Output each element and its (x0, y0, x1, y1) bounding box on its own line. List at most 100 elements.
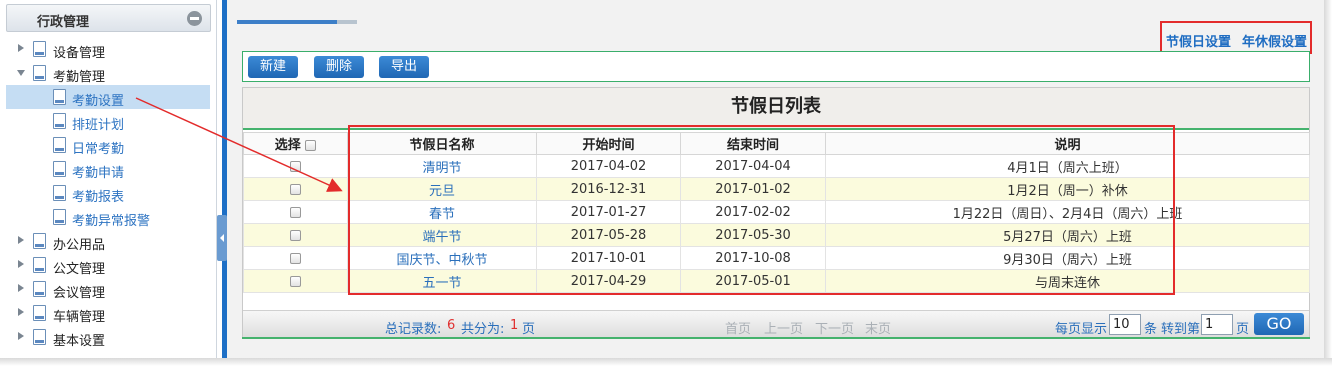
tree-item-meetings[interactable]: 会议管理 (0, 277, 210, 301)
expand-arrow-icon[interactable] (18, 260, 24, 268)
end-date-cell: 2017-01-02 (680, 177, 826, 201)
prev-page-link[interactable]: 上一页 (764, 318, 803, 337)
holiday-grid: 节假日列表 选择 节假日名称 开始时间 结束时间 说明 清明节 2017-04-… (242, 87, 1310, 337)
row-checkbox[interactable] (290, 252, 301, 264)
document-icon (33, 257, 46, 273)
go-button[interactable]: GO (1254, 313, 1304, 335)
holiday-settings-link[interactable]: 节假日设置 (1166, 31, 1231, 50)
expand-arrow-icon[interactable] (18, 308, 24, 316)
tree-item-attendance-settings[interactable]: 考勤设置 (6, 85, 210, 109)
document-icon (53, 161, 66, 177)
annual-leave-settings-link[interactable]: 年休假设置 (1242, 31, 1307, 50)
delete-button[interactable]: 删除 (314, 56, 364, 78)
row-checkbox[interactable] (290, 275, 301, 287)
sidebar: 行政管理 设备管理 考勤管理 考勤设置 排班计划 日常考勤 考勤申请 考勤报表 … (0, 0, 217, 358)
holiday-name-link[interactable]: 元旦 (347, 177, 537, 201)
row-checkbox[interactable] (290, 183, 301, 195)
holiday-name-link[interactable]: 国庆节、中秋节 (347, 246, 537, 270)
total-records-label: 总记录数: (385, 322, 442, 337)
note-cell: 1月22日（周日）、2月4日（周六）上班 (825, 200, 1310, 224)
start-date-cell: 2017-05-28 (536, 223, 681, 247)
last-page-link[interactable]: 末页 (865, 318, 891, 337)
table-row[interactable]: 元旦 2016-12-31 2017-01-02 1月2日（周一）补休 (243, 177, 1310, 201)
sidebar-title: 行政管理 (37, 15, 90, 30)
row-checkbox[interactable] (290, 206, 301, 218)
goto-page-input[interactable]: 1 (1201, 314, 1233, 335)
tree-item-shift-plan[interactable]: 排班计划 (0, 109, 210, 133)
select-all-checkbox[interactable] (305, 140, 317, 151)
note-cell: 1月2日（周一）补休 (825, 177, 1310, 201)
next-page-link[interactable]: 下一页 (815, 318, 854, 337)
expand-arrow-icon[interactable] (18, 332, 24, 340)
total-pages-value: 1 (510, 318, 519, 333)
tree-item-daily-attendance[interactable]: 日常考勤 (0, 133, 210, 157)
tree-item-label: 考勤管理 (53, 70, 106, 85)
document-icon (33, 329, 46, 345)
tree-item-label: 考勤报表 (72, 190, 125, 205)
column-header-note[interactable]: 说明 (825, 132, 1310, 155)
note-cell: 5月27日（周六）上班 (825, 223, 1310, 247)
collapse-icon[interactable] (187, 11, 202, 26)
table-row[interactable]: 国庆节、中秋节 2017-10-01 2017-10-08 9月30日（周六）上… (243, 246, 1310, 270)
table-row[interactable]: 清明节 2017-04-02 2017-04-04 4月1日（周六上班） (243, 154, 1310, 178)
document-icon (33, 281, 46, 297)
end-date-cell: 2017-05-30 (680, 223, 826, 247)
tree-item-label: 公文管理 (53, 262, 106, 277)
tree-item-label: 办公用品 (53, 238, 106, 253)
end-date-cell: 2017-10-08 (680, 246, 826, 270)
table-row[interactable]: 五一节 2017-04-29 2017-05-01 与周末连休 (243, 269, 1310, 293)
tree-item-label: 考勤异常报警 (72, 214, 151, 229)
collapse-arrow-icon[interactable] (17, 70, 25, 76)
start-date-cell: 2017-04-02 (536, 154, 681, 178)
first-page-link[interactable]: 首页 (725, 318, 751, 337)
tree-item-label: 车辆管理 (53, 310, 106, 325)
tree-item-attendance-request[interactable]: 考勤申请 (0, 157, 210, 181)
row-checkbox[interactable] (290, 229, 301, 241)
tree-item-attendance-report[interactable]: 考勤报表 (0, 181, 210, 205)
note-cell: 9月30日（周六）上班 (825, 246, 1310, 270)
tree-item-label: 会议管理 (53, 286, 106, 301)
expand-arrow-icon[interactable] (18, 284, 24, 292)
note-cell: 与周末连休 (825, 269, 1310, 293)
expand-arrow-icon[interactable] (18, 44, 24, 52)
tree-item-label: 考勤申请 (72, 166, 125, 181)
tree-item-label: 日常考勤 (72, 142, 125, 157)
window-shadow (1324, 0, 1332, 366)
grid-bottom-border (242, 337, 1310, 339)
new-button[interactable]: 新建 (248, 56, 298, 78)
tree-item-office-supplies[interactable]: 办公用品 (0, 229, 210, 253)
tree-item-label: 基本设置 (53, 334, 106, 349)
tree-item-attendance-alarm[interactable]: 考勤异常报警 (0, 205, 210, 229)
column-header-end[interactable]: 结束时间 (680, 132, 826, 155)
expand-arrow-icon[interactable] (18, 236, 24, 244)
sidebar-toggle-handle[interactable] (217, 215, 227, 261)
holiday-name-link[interactable]: 春节 (347, 200, 537, 224)
holiday-table: 选择 节假日名称 开始时间 结束时间 说明 清明节 2017-04-02 201… (243, 132, 1310, 293)
table-header-row: 选择 节假日名称 开始时间 结束时间 说明 (243, 132, 1310, 155)
per-page-label: 每页显示 (1055, 322, 1108, 337)
export-button[interactable]: 导出 (379, 56, 429, 78)
total-records-value: 6 (447, 318, 456, 333)
holiday-name-link[interactable]: 清明节 (347, 154, 537, 178)
goto-page-unit: 页 (1236, 322, 1250, 337)
grid-title: 节假日列表 (243, 88, 1309, 130)
tree-item-equipment[interactable]: 设备管理 (0, 37, 210, 61)
column-header-name[interactable]: 节假日名称 (347, 132, 537, 155)
table-row[interactable]: 端午节 2017-05-28 2017-05-30 5月27日（周六）上班 (243, 223, 1310, 247)
holiday-name-link[interactable]: 端午节 (347, 223, 537, 247)
tree-item-documents[interactable]: 公文管理 (0, 253, 210, 277)
table-row[interactable]: 春节 2017-01-27 2017-02-02 1月22日（周日）、2月4日（… (243, 200, 1310, 224)
tree-item-basic-settings[interactable]: 基本设置 (0, 325, 210, 349)
end-date-cell: 2017-04-04 (680, 154, 826, 178)
tree-item-attendance[interactable]: 考勤管理 (0, 61, 210, 85)
note-cell: 4月1日（周六上班） (825, 154, 1310, 178)
document-icon (53, 113, 66, 129)
end-date-cell: 2017-02-02 (680, 200, 826, 224)
per-page-input[interactable]: 10 (1109, 314, 1141, 335)
document-icon (33, 305, 46, 321)
tree-item-vehicles[interactable]: 车辆管理 (0, 301, 210, 325)
holiday-name-link[interactable]: 五一节 (347, 269, 537, 293)
column-header-start[interactable]: 开始时间 (536, 132, 681, 155)
sidebar-header[interactable]: 行政管理 (6, 4, 211, 32)
row-checkbox[interactable] (290, 160, 301, 172)
